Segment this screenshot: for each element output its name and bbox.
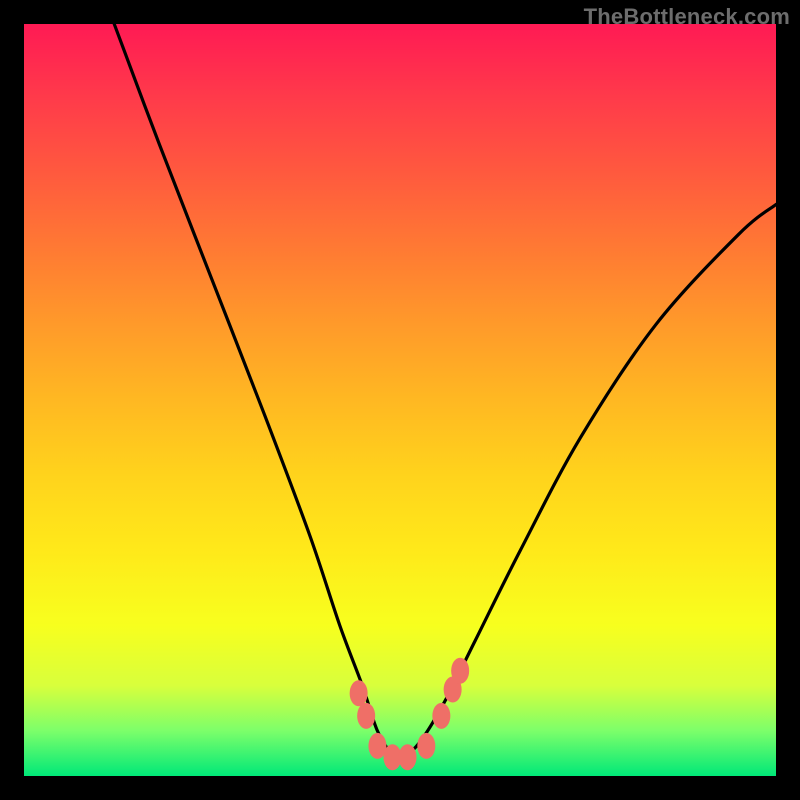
watermark-text: TheBottleneck.com <box>584 4 790 30</box>
marker-dot <box>399 744 417 770</box>
curve-line <box>114 24 776 756</box>
marker-dot <box>417 733 435 759</box>
marker-dot <box>432 703 450 729</box>
marker-dot <box>357 703 375 729</box>
marker-dot <box>350 680 368 706</box>
chart-svg <box>24 24 776 776</box>
plot-area <box>24 24 776 776</box>
curve-markers <box>350 658 470 770</box>
marker-dot <box>451 658 469 684</box>
